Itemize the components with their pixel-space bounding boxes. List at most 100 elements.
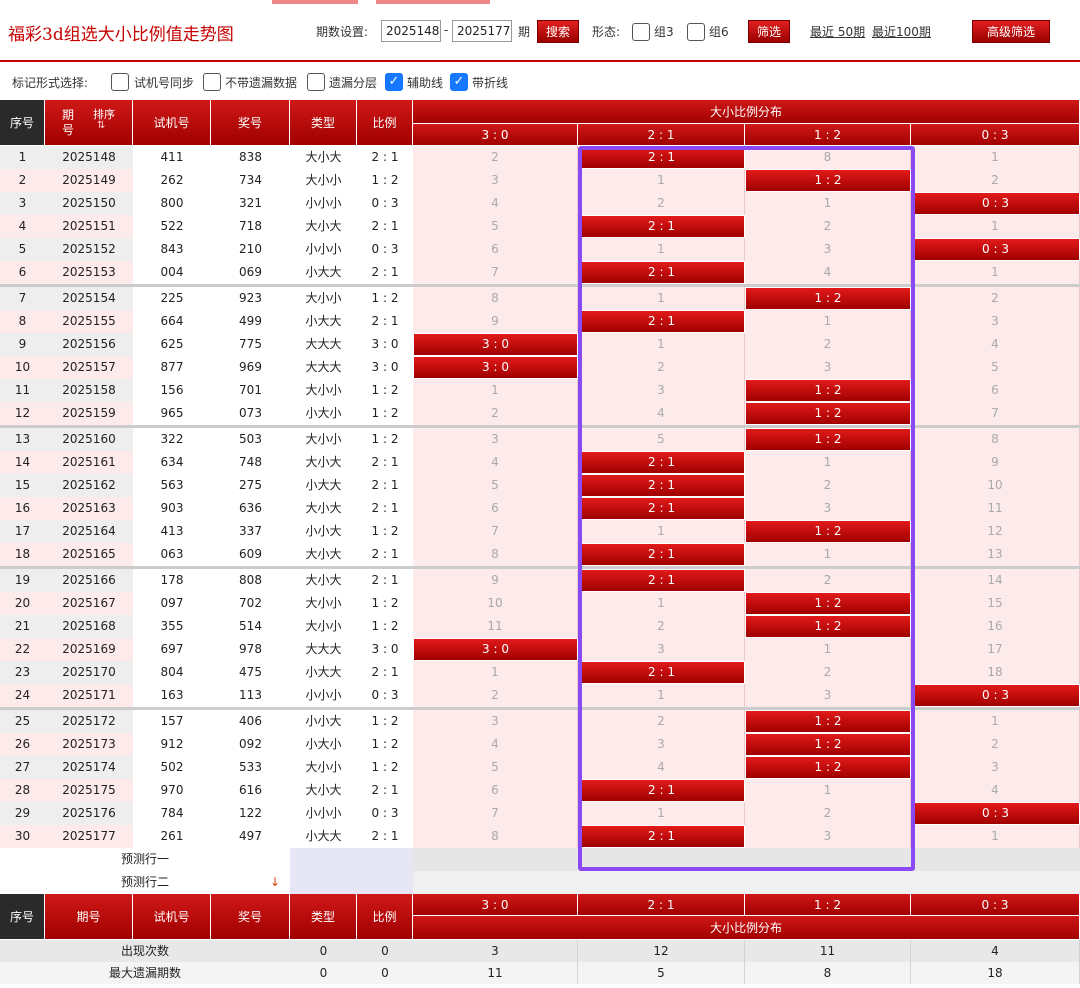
row-ratio: 2 : 1 (357, 825, 413, 848)
aux-line-checkbox[interactable]: ✓ (385, 73, 403, 91)
row-trial-number: 800 (133, 192, 211, 215)
row-type: 大小小 (290, 592, 357, 615)
stat-ratio: 0 (357, 962, 413, 984)
ratio-hit-marker: 1 : 2 (746, 170, 910, 191)
trial-sync-checkbox[interactable] (111, 73, 129, 91)
row-seq: 5 (0, 238, 45, 261)
miss-count: 3 (578, 379, 745, 402)
row-trial-number: 004 (133, 261, 211, 284)
row-ratio: 1 : 2 (357, 710, 413, 733)
row-seq: 1 (0, 146, 45, 169)
row-ratio: 1 : 2 (357, 402, 413, 425)
tab-strip-b[interactable] (376, 0, 490, 4)
row-type: 小大大 (290, 474, 357, 497)
miss-count: 5 (413, 215, 578, 238)
row-type: 小小小 (290, 802, 357, 825)
miss-layer-checkbox[interactable] (307, 73, 325, 91)
no-miss-data-label: 不带遗漏数据 (225, 76, 298, 90)
header-ratio: 比例 (357, 100, 413, 146)
recent-100-link[interactable]: 最近100期 (872, 23, 931, 40)
row-ratio: 1 : 2 (357, 428, 413, 451)
row-trial-number: 625 (133, 333, 211, 356)
miss-count: 1 (413, 661, 578, 684)
row-trial-number: 225 (133, 287, 211, 310)
row-seq: 18 (0, 543, 45, 566)
row-type: 大小大 (290, 215, 357, 238)
miss-count: 4 (413, 733, 578, 756)
row-type: 大小小 (290, 615, 357, 638)
advanced-filter-button[interactable]: 高级筛选 (972, 20, 1050, 43)
row-type: 大大大 (290, 638, 357, 661)
mark-options-bar: 标记形式选择: 试机号同步 不带遗漏数据 遗漏分层 ✓ 辅助线 ✓ 带折线 (0, 64, 1080, 100)
sort-arrows-icon[interactable]: ⇅ (97, 120, 105, 132)
aux-line-label: 辅助线 (407, 76, 444, 90)
row-prize-number: 113 (211, 684, 290, 707)
ratio-hit-marker: 2 : 1 (579, 452, 744, 473)
ratio-hit-marker: 1 : 2 (746, 593, 910, 614)
miss-count: 2 (578, 356, 745, 379)
row-prize-number: 616 (211, 779, 290, 802)
period-to-input[interactable]: 2025177 (452, 20, 512, 42)
miss-count: 2 (745, 802, 911, 825)
row-seq: 8 (0, 310, 45, 333)
miss-count: 2 (413, 402, 578, 425)
row-trial-number: 912 (133, 733, 211, 756)
row-period: 2025176 (45, 802, 133, 825)
miss-count: 3 (413, 169, 578, 192)
miss-count: 7 (413, 520, 578, 543)
footer-ratio-col: 1 : 2 (745, 894, 911, 916)
ratio-hit-marker: 0 : 3 (912, 239, 1079, 260)
ratio-hit-marker: 1 : 2 (746, 734, 910, 755)
row-type: 大小大 (290, 451, 357, 474)
arrow-down-icon[interactable]: ↓ (268, 873, 282, 891)
ratio-hit-marker: 2 : 1 (579, 498, 744, 519)
row-type: 大小大 (290, 497, 357, 520)
row-seq: 29 (0, 802, 45, 825)
no-miss-data-checkbox[interactable] (203, 73, 221, 91)
ratio-hit-marker: 3 : 0 (414, 334, 577, 355)
row-period: 2025175 (45, 779, 133, 802)
predict-row-1-label: 预测行一 (0, 848, 290, 871)
miss-count: 4 (413, 451, 578, 474)
predict-row-1-area (413, 848, 1080, 871)
row-trial-number: 634 (133, 451, 211, 474)
miss-count: 5 (413, 756, 578, 779)
filter-button[interactable]: 筛选 (748, 20, 790, 43)
stat-value: 3 (413, 940, 578, 962)
form-label: 形态: (592, 25, 621, 39)
miss-count: 1 (578, 238, 745, 261)
miss-count: 4 (911, 779, 1080, 802)
trial-sync-label: 试机号同步 (134, 76, 195, 90)
footer-period: 期号 (45, 894, 133, 940)
miss-count: 3 (911, 756, 1080, 779)
miss-count: 3 (413, 428, 578, 451)
form-group6-checkbox[interactable] (687, 23, 705, 41)
stat-value: 11 (745, 940, 911, 962)
row-trial-number: 157 (133, 710, 211, 733)
footer-ratio: 比例 (357, 894, 413, 940)
period-from-input[interactable]: 2025148 (381, 20, 441, 42)
miss-count: 2 (745, 215, 911, 238)
row-trial-number: 097 (133, 592, 211, 615)
miss-count: 1 (911, 261, 1080, 284)
stat-label: 出现次数 (0, 940, 290, 962)
miss-count: 6 (413, 779, 578, 802)
recent-50-link[interactable]: 最近 50期 (810, 23, 865, 40)
polyline-checkbox[interactable]: ✓ (450, 73, 468, 91)
row-trial-number: 411 (133, 146, 211, 169)
search-button[interactable]: 搜索 (537, 20, 579, 43)
row-period: 2025168 (45, 615, 133, 638)
row-prize-number: 475 (211, 661, 290, 684)
row-prize-number: 838 (211, 146, 290, 169)
row-prize-number: 533 (211, 756, 290, 779)
form-group3-checkbox[interactable] (632, 23, 650, 41)
tab-strip-a[interactable] (272, 0, 358, 4)
row-period: 2025154 (45, 287, 133, 310)
miss-count: 3 (911, 310, 1080, 333)
row-ratio: 2 : 1 (357, 146, 413, 169)
row-ratio: 1 : 2 (357, 615, 413, 638)
row-ratio: 2 : 1 (357, 497, 413, 520)
predict-row-2-label: 预测行二 (0, 871, 290, 894)
row-type: 大小小 (290, 169, 357, 192)
miss-count: 3 (745, 356, 911, 379)
